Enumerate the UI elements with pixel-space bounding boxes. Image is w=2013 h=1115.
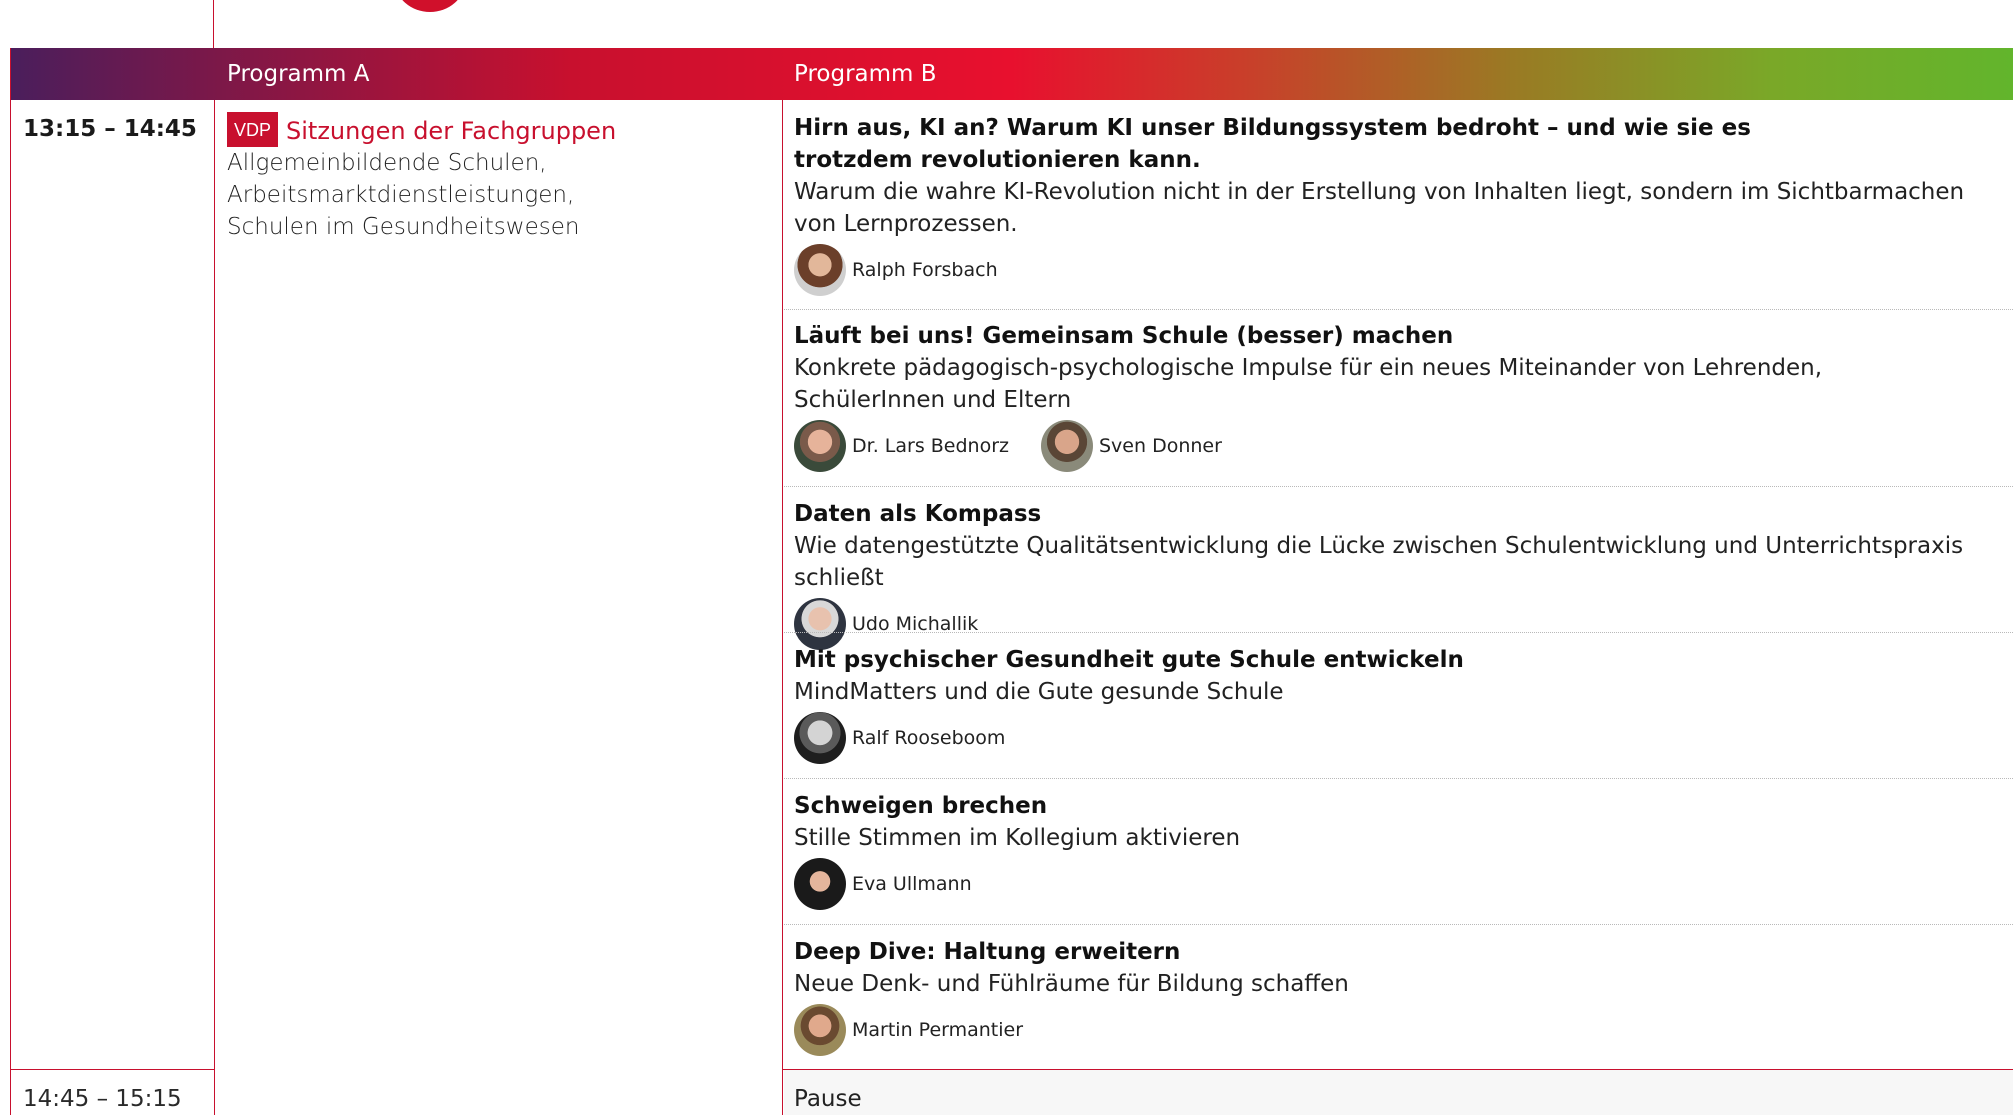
speaker: Sven Donner xyxy=(1041,420,1222,472)
session-description: MindMatters und die Gute gesunde Schule xyxy=(794,679,1284,705)
speaker: Martin Permantier xyxy=(794,1004,1023,1056)
speaker-name: Martin Permantier xyxy=(852,1019,1024,1041)
programm-a-title: Sitzungen der Fachgruppen xyxy=(286,117,617,145)
session-title: Deep Dive: Haltung erweitern xyxy=(794,939,1181,965)
session-description: Konkrete pädagogisch-psychologische Impu… xyxy=(794,355,1823,413)
speaker: Udo Michallik xyxy=(794,598,978,650)
speaker-list: Udo Michallik xyxy=(794,598,1994,650)
speaker: Ralph Forsbach xyxy=(794,244,998,296)
time-slot-main: 13:15 – 14:45 xyxy=(23,116,197,142)
session: Schweigen brechen Stille Stimmen im Koll… xyxy=(794,790,1994,910)
speaker-list: Martin Permantier xyxy=(794,1004,1994,1056)
speaker-name: Sven Donner xyxy=(1099,435,1222,457)
session: Läuft bei uns! Gemeinsam Schule (besser)… xyxy=(794,320,1994,472)
top-rule xyxy=(213,0,214,48)
session-description: Wie datengestützte Qualitätsentwicklung … xyxy=(794,533,1964,591)
program-schedule: Programm A Programm B 13:15 – 14:45 14:4… xyxy=(0,0,2013,1115)
avatar xyxy=(794,420,846,472)
speaker-list: Ralf Rooseboom xyxy=(794,712,1994,764)
avatar xyxy=(794,244,846,296)
session-description: Neue Denk- und Fühlräume für Bildung sch… xyxy=(794,971,1349,997)
programm-a-title-line: VDP Sitzungen der Fachgruppen xyxy=(227,112,767,147)
pause-label: Pause xyxy=(794,1086,862,1112)
session-title: Mit psychischer Gesundheit gute Schule e… xyxy=(794,647,1464,673)
session-divider xyxy=(784,632,2013,633)
grid-line xyxy=(214,100,215,1115)
programm-a-session: VDP Sitzungen der Fachgruppen Allgemeinbi… xyxy=(227,112,767,243)
speaker: Dr. Lars Bednorz xyxy=(794,420,1009,472)
session: Mit psychischer Gesundheit gute Schule e… xyxy=(794,644,1994,764)
session-description: Stille Stimmen im Kollegium aktivieren xyxy=(794,825,1241,851)
programm-a-line: Allgemeinbildende Schulen, xyxy=(227,150,547,176)
speaker-name: Dr. Lars Bednorz xyxy=(852,435,1009,457)
session-title: Läuft bei uns! Gemeinsam Schule (besser)… xyxy=(794,323,1454,349)
programm-a-line: Arbeitsmarktdienstleistungen, xyxy=(227,182,575,208)
speaker-name: Ralf Rooseboom xyxy=(852,727,1006,749)
speaker-list: Ralph Forsbach xyxy=(794,244,1994,296)
grid-line xyxy=(10,1069,215,1070)
session-divider xyxy=(784,486,2013,487)
speaker: Ralf Rooseboom xyxy=(794,712,1005,764)
header-programm-b: Programm B xyxy=(794,61,937,87)
session-description: Warum die wahre KI-Revolution nicht in d… xyxy=(794,179,1965,237)
programm-a-line: Schulen im Gesundheitswesen xyxy=(227,214,580,240)
grid-line xyxy=(782,100,783,1115)
time-slot-pause: 14:45 – 15:15 xyxy=(23,1086,182,1112)
speaker-name: Eva Ullmann xyxy=(852,873,972,895)
avatar xyxy=(794,1004,846,1056)
speaker-name: Ralph Forsbach xyxy=(852,259,998,281)
avatar xyxy=(794,712,846,764)
session-title: Hirn aus, KI an? Warum KI unser Bildungs… xyxy=(794,115,1751,173)
header-programm-a: Programm A xyxy=(227,61,370,87)
pause-row xyxy=(784,1070,2013,1115)
speaker-list: Eva Ullmann xyxy=(794,858,1994,910)
session: Deep Dive: Haltung erweitern Neue Denk- … xyxy=(794,936,1994,1056)
session: Daten als Kompass Wie datengestützte Qua… xyxy=(794,498,1994,650)
session-title: Daten als Kompass xyxy=(794,501,1042,527)
vdp-badge: VDP xyxy=(227,112,279,147)
session: Hirn aus, KI an? Warum KI unser Bildungs… xyxy=(794,112,1994,296)
schedule-header: Programm A Programm B xyxy=(10,48,2013,100)
session-divider xyxy=(784,924,2013,925)
session-divider xyxy=(784,309,2013,310)
avatar xyxy=(1041,420,1093,472)
session-divider xyxy=(784,778,2013,779)
logo-fragment xyxy=(395,0,465,12)
avatar xyxy=(794,858,846,910)
grid-line xyxy=(10,48,11,1115)
speaker: Eva Ullmann xyxy=(794,858,972,910)
session-title: Schweigen brechen xyxy=(794,793,1048,819)
avatar xyxy=(794,598,846,650)
speaker-list: Dr. Lars Bednorz Sven Donner xyxy=(794,420,1994,472)
